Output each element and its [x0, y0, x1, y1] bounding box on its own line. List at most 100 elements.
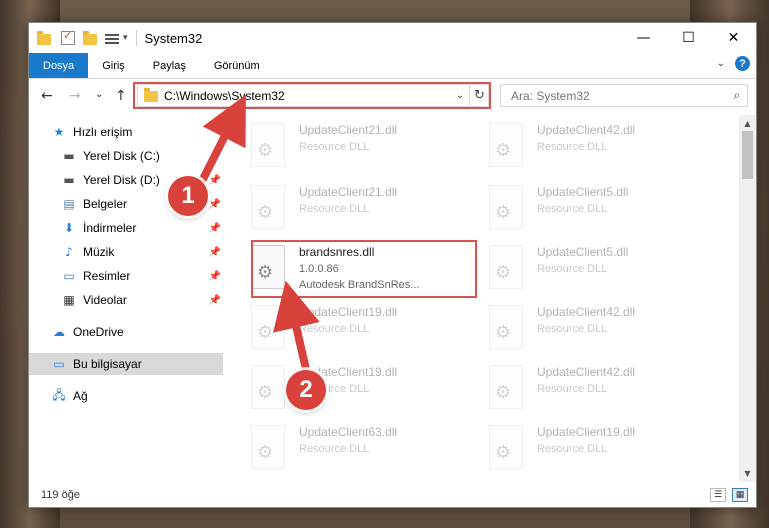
list-item-brandsnres[interactable]: brandsnres.dll 1.0.0.86 Autodesk BrandSn… [247, 239, 475, 295]
ribbon-right: ⌄ ? [717, 56, 750, 71]
recent-locations-chevron-icon[interactable]: ⌄ [95, 89, 103, 100]
download-icon: ⬇ [63, 221, 75, 235]
properties-check-icon[interactable] [61, 29, 75, 45]
list-item[interactable]: UpdateClient21.dll Resource DLL [247, 117, 475, 173]
navigation-pane: ★ Hızlı erişim ▬ Yerel Disk (C:) 📌 ▬ Yer… [29, 115, 223, 471]
sidebar-item-label: Videolar [83, 293, 127, 307]
file-type: Resource DLL [299, 203, 370, 215]
file-type: Resource DLL [537, 203, 608, 215]
file-type: Resource DLL [299, 141, 370, 153]
file-name: UpdateClient42.dll [537, 365, 636, 379]
status-bar: 119 öğe ☰ ▦ [29, 483, 756, 507]
music-icon: ♪ [65, 245, 73, 259]
tab-giris[interactable]: Giriş [88, 53, 139, 78]
sidebar-item-videos[interactable]: ▦ Videolar 📌 [29, 289, 223, 311]
sidebar-item-downloads[interactable]: ⬇ İndirmeler 📌 [29, 217, 223, 239]
network-icon: 🖧 [52, 387, 66, 402]
dll-file-icon [251, 425, 285, 469]
list-item[interactable]: UpdateClient42.dll Resource DLL [485, 359, 713, 415]
pictures-icon: ▭ [63, 269, 75, 283]
back-button[interactable]: ← [41, 88, 53, 104]
sidebar-item-label: Bu bilgisayar [73, 357, 142, 371]
pin-icon: 📌 [208, 222, 221, 234]
search-icon[interactable]: ⌕ [727, 88, 747, 103]
dll-file-icon [489, 305, 523, 349]
explorer-window: ▾ System32 — ☐ ✕ Dosya Giriş Paylaş Görü… [28, 22, 757, 508]
file-name: UpdateClient63.dll [299, 425, 398, 439]
sidebar-item-this-pc[interactable]: ▭ Bu bilgisayar [29, 353, 223, 375]
dll-file-icon [251, 245, 285, 289]
sidebar-item-music[interactable]: ♪ Müzik 📌 [29, 241, 223, 263]
address-dropdown-chevron-icon[interactable]: ⌄ [452, 90, 468, 101]
file-version: 1.0.0.86 [299, 263, 339, 275]
folder-icon [144, 88, 158, 102]
list-item[interactable]: UpdateClient19.dll Resource DLL [485, 419, 713, 471]
address-path[interactable]: C:\Windows\System32 [164, 89, 452, 103]
customize-toolbar-chevron-icon[interactable]: ▾ [123, 33, 128, 43]
details-view-icon[interactable]: ☰ [710, 488, 726, 502]
ribbon-tabs: Dosya Giriş Paylaş Görünüm ⌄ ? [29, 53, 756, 79]
document-icon: ▤ [63, 197, 75, 211]
minimize-button[interactable]: — [621, 23, 666, 53]
file-type: Resource DLL [537, 323, 608, 335]
sidebar-item-network[interactable]: 🖧 Ağ [29, 385, 223, 407]
dll-file-icon [489, 123, 523, 167]
file-name: UpdateClient21.dll [299, 123, 398, 137]
sidebar-item-onedrive[interactable]: ☁ OneDrive [29, 321, 223, 343]
view-buttons: ☰ ▦ [704, 488, 748, 502]
forward-button[interactable]: → [69, 88, 81, 104]
expand-ribbon-chevron-icon[interactable]: ⌄ [717, 58, 725, 69]
sidebar-item-label: Yerel Disk (D:) [83, 173, 160, 187]
tab-dosya[interactable]: Dosya [29, 53, 89, 78]
sidebar-item-local-disk-c[interactable]: ▬ Yerel Disk (C:) 📌 [29, 145, 223, 167]
help-icon[interactable]: ? [735, 56, 750, 71]
pin-icon: 📌 [208, 294, 221, 306]
scroll-down-arrow-icon[interactable]: ▼ [739, 465, 756, 482]
file-name: UpdateClient19.dll [537, 425, 636, 439]
dll-file-icon [489, 185, 523, 229]
file-type: Resource DLL [537, 383, 608, 395]
tiles-view-icon[interactable]: ▦ [732, 488, 748, 502]
dll-file-icon [251, 123, 285, 167]
refresh-button[interactable]: ↻ [469, 84, 489, 107]
maximize-button[interactable]: ☐ [666, 23, 711, 53]
search-input[interactable]: Ara: System32 [511, 89, 727, 103]
file-type: Resource DLL [537, 443, 608, 455]
sidebar-item-label: Belgeler [83, 197, 128, 211]
search-box[interactable]: Ara: System32 ⌕ [500, 84, 748, 107]
dll-file-icon [251, 305, 285, 349]
address-bar[interactable]: C:\Windows\System32 ⌄ [137, 84, 489, 107]
file-type: Resource DLL [537, 263, 608, 275]
up-button[interactable]: ↑ [115, 88, 127, 104]
scroll-thumb[interactable] [742, 131, 753, 179]
list-item[interactable]: UpdateClient42.dll Resource DLL [485, 299, 713, 355]
list-item[interactable]: UpdateClient19.dll Resource DLL [247, 299, 475, 355]
callout-step-1: 1 [168, 176, 208, 216]
list-item[interactable]: UpdateClient5.dll Resource DLL [485, 239, 713, 295]
tab-gorunum[interactable]: Görünüm [200, 53, 274, 78]
list-item[interactable]: UpdateClient21.dll Resource DLL [247, 179, 475, 235]
list-item[interactable]: UpdateClient42.dll Resource DLL [485, 117, 713, 173]
list-item[interactable]: UpdateClient5.dll Resource DLL [485, 179, 713, 235]
pin-icon: 📌 [208, 198, 221, 210]
sidebar-item-label: Resimler [83, 269, 131, 283]
file-company: Autodesk BrandSnRes... [299, 279, 420, 291]
star-icon: ★ [53, 125, 65, 139]
list-item[interactable]: UpdateClient63.dll Resource DLL [247, 419, 475, 471]
tab-paylas[interactable]: Paylaş [139, 53, 200, 78]
file-type: Resource DLL [299, 443, 370, 455]
callout-step-2: 2 [286, 370, 326, 410]
list-item[interactable]: UpdateClient19.dll Resource DLL [247, 359, 475, 415]
quick-access-toolbar-icon[interactable] [105, 32, 119, 44]
close-button[interactable]: ✕ [711, 23, 756, 53]
window-title: System32 [144, 30, 203, 46]
vertical-scrollbar[interactable]: ▲ ▼ [739, 115, 756, 482]
sidebar-item-label: Hızlı erişim [73, 125, 133, 139]
sidebar-item-pictures[interactable]: ▭ Resimler 📌 [29, 265, 223, 287]
sidebar-item-label: İndirmeler [83, 221, 137, 235]
scroll-up-arrow-icon[interactable]: ▲ [739, 115, 756, 132]
file-name: UpdateClient42.dll [537, 123, 636, 137]
new-folder-icon[interactable] [83, 31, 97, 45]
pin-icon: 📌 [208, 270, 221, 282]
sidebar-item-quick-access[interactable]: ★ Hızlı erişim [29, 121, 223, 143]
